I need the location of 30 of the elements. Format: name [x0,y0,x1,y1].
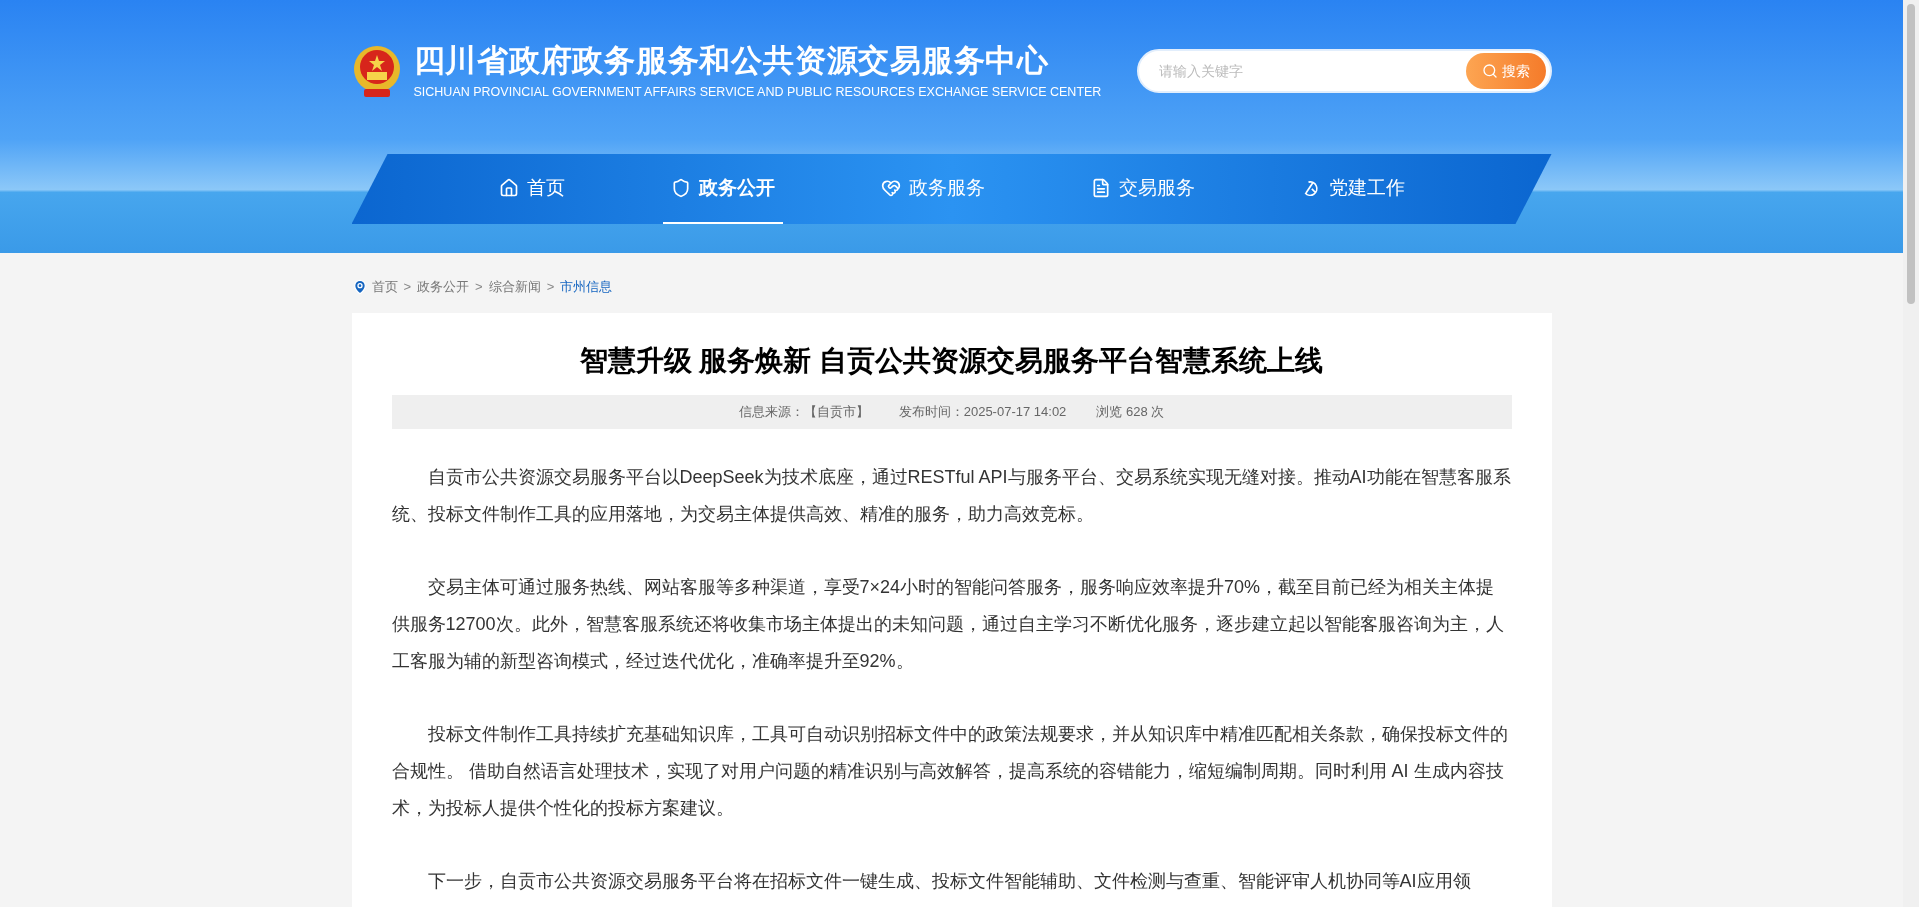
breadcrumb-link[interactable]: 市州信息 [560,277,613,297]
article-paragraph: 自贡市公共资源交易服务平台以DeepSeek为技术底座，通过RESTful API与服务平台、交易系统实现无缝对接。推动AI功能在智慧客服系统、投标文件制作工具的应用落地，为交易主体提供高效、精准的服务，助力高效竞标。 [391,466,1512,526]
heart-hand-icon [880,178,901,198]
article-paragraph: 下一步，自贡市公共资源交易服务平台将在招标文件一键生成、投标文件智能辅助、文件检测与查重、智能评审人机协同等AI应用领 [426,870,1472,893]
search-icon [1481,63,1498,79]
breadcrumb-separator: > [545,278,556,297]
breadcrumb-separator: > [402,278,413,297]
nav-tab[interactable]: 党建工作 [1292,154,1413,224]
article-paragraph: 交易主体可通过服务热线、网站客服等多种渠道，享受7×24小时的智能问答服务，服务响应效率提升70%，截至目前已经为相关主体提供服务12700次。此外，智慧客服系统还将收集市场主体提出的未知问题，通过自主学习不断优化服务，逐步建立起以智能客服咨询为主，人工客服为辅的新型咨询模式，经过迭代优化，准确率提升至92%。 [391,576,1505,673]
nav-tab[interactable]: 首页 [490,154,573,224]
search-field[interactable]: 请输入关键字 搜索 [1136,49,1552,93]
meta-text: 信息来源：【自贡市】 [738,403,869,422]
breadcrumb-link[interactable]: 政务公开 [417,277,470,297]
breadcrumb-separator: > [474,278,484,297]
meta-text: 发布时间：2025-07-17 14:02 [898,403,1067,422]
article-paragraph: 投标文件制作工具持续扩充基础知识库，工具可自动识别招标文件中的政策法规要求，并从知识库中精准匹配相关条款，确保投标文件的合规性。 借助自然语言处理技术，实现了对用户问题的精准识别与高效解答，提高系统的容错能力，缩短编制周期。同时利用 AI 生成内容技术，为投标人提供个性化的投标方案建议。 [391,723,1509,820]
scrollbar[interactable] [1903,0,1919,907]
site-subtitle: SICHUAN PROVINCIAL GOVERNMENT AFFAIRS SERVICE AND PUBLIC RESOURCES EXCHANGE SERVICE CENTER [413,84,1102,100]
search-button[interactable]: 搜索 [1465,53,1546,89]
emblem-logo-icon [351,43,402,99]
site-title: 四川省政府政务服务和公共资源交易服务中心 [413,42,1050,80]
nav-tab[interactable]: 政务服务 [872,154,993,224]
nav-tab[interactable]: 政务公开 [662,154,783,224]
home-icon [498,178,519,198]
article-title: 智慧升级 服务焕新 自贡公共资源交易服务平台智慧系统上线 [578,344,1325,378]
meta-text: 浏览 628 次 [1096,403,1165,422]
nav-tab[interactable]: 交易服务 [1082,154,1203,224]
location-pin-icon [351,279,368,295]
breadcrumb-link[interactable]: 综合新闻 [488,277,541,297]
breadcrumb-link[interactable]: 首页 [371,277,398,297]
